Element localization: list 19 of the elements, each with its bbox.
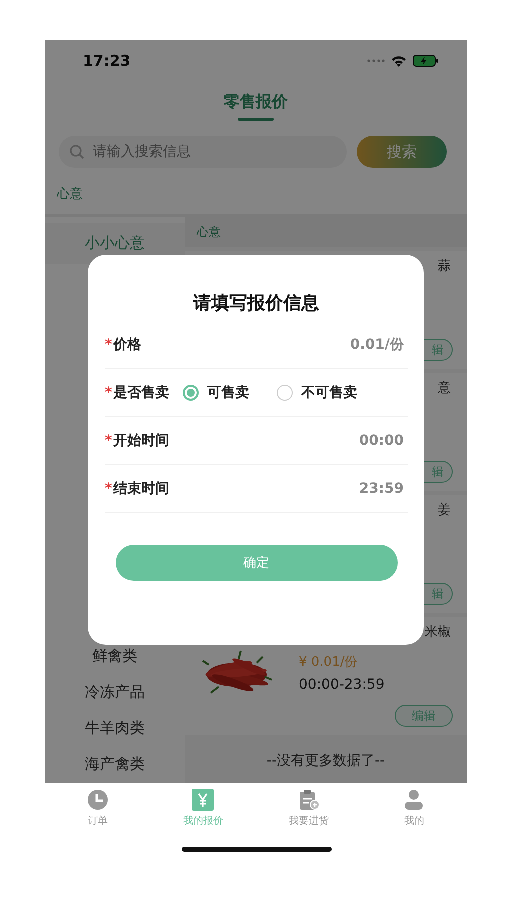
product-price: ¥ 0.01/份 bbox=[299, 654, 359, 671]
status-time: 17:23 bbox=[83, 52, 131, 70]
section-title: 心意 bbox=[197, 224, 221, 240]
field-label: 结束时间 bbox=[113, 480, 170, 496]
field-label: 价格 bbox=[113, 336, 142, 352]
field-label: 开始时间 bbox=[113, 432, 170, 448]
required-mark: * bbox=[105, 480, 112, 496]
product-name: 米椒 bbox=[425, 625, 451, 640]
required-mark: * bbox=[105, 336, 112, 352]
product-name: 意 bbox=[438, 381, 451, 396]
required-mark: * bbox=[105, 384, 112, 400]
field-label: 是否售卖 bbox=[113, 384, 170, 400]
end-note: --没有更多数据了-- bbox=[266, 752, 386, 770]
page-title: 零售报价 bbox=[224, 92, 288, 112]
product-name: 姜 bbox=[438, 503, 451, 518]
product-name: 蒜 bbox=[438, 259, 451, 274]
dialog-title: 请填写报价信息 bbox=[192, 292, 320, 315]
required-mark: * bbox=[105, 432, 112, 448]
product-time: 00:00-23:59 bbox=[299, 677, 385, 693]
